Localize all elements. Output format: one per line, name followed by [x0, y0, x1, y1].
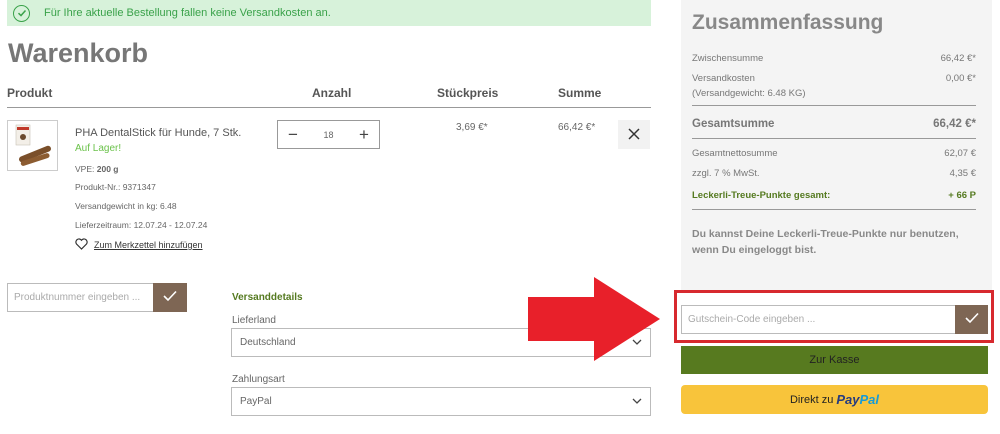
product-name[interactable]: PHA DentalStick für Hunde, 7 Stk. — [75, 127, 241, 139]
summary-divider — [692, 209, 976, 210]
product-image[interactable] — [7, 120, 58, 171]
line-total: 66,42 €* — [558, 122, 596, 133]
payment-select[interactable]: PayPal — [231, 387, 651, 416]
vpe-value: 200 g — [96, 164, 119, 174]
chevron-down-icon — [632, 396, 642, 407]
loyalty-points-row: Leckerli-Treue-Punkte gesamt: + 66 P — [692, 190, 976, 201]
header-quantity: Anzahl — [312, 86, 352, 100]
check-circle-icon — [13, 4, 30, 22]
subtotal-value: 66,42 €* — [940, 53, 976, 64]
page-title: Warenkorb — [8, 38, 149, 68]
total-row: Gesamtsumme 66,42 €* — [692, 118, 976, 130]
quantity-stepper[interactable]: − 18 + — [277, 120, 380, 149]
paypal-prefix: Direkt zu — [789, 393, 834, 406]
points-value: + 66 P — [948, 190, 976, 201]
summary-title: Zusammenfassung — [692, 11, 884, 34]
vpe-label: VPE: — [75, 164, 95, 174]
shipping-cost-label: Versandkosten — [692, 73, 755, 84]
product-number: Produkt-Nr.: 9371347 — [75, 182, 156, 192]
paypal-express-button[interactable]: Direkt zu PayPal — [681, 385, 988, 414]
remove-item-button[interactable] — [618, 120, 650, 149]
country-value: Deutschland — [240, 337, 296, 348]
summary-divider — [692, 105, 976, 106]
header-total: Summe — [558, 86, 602, 100]
total-label: Gesamtsumme — [692, 118, 775, 130]
notice-text: Für Ihre aktuelle Bestellung fallen kein… — [44, 7, 331, 19]
points-login-info: Du kannst Deine Leckerli-Treue-Punkte nu… — [692, 228, 959, 256]
total-value: 66,42 €* — [933, 118, 976, 130]
stock-status: Auf Lager! — [75, 143, 122, 154]
net-total-value: 62,07 € — [944, 148, 976, 159]
net-total-row: Gesamtnettosumme 62,07 € — [692, 148, 976, 159]
vat-label: zzgl. 7 % MwSt. — [692, 168, 760, 179]
heart-icon — [75, 238, 88, 252]
product-number-input[interactable] — [7, 283, 154, 312]
free-shipping-notice: Für Ihre aktuelle Bestellung fallen kein… — [7, 0, 651, 26]
product-vpe: VPE: 200 g — [75, 164, 119, 174]
header-product: Produkt — [7, 86, 53, 100]
paypal-logo: PayPal — [836, 392, 880, 407]
minus-icon[interactable]: − — [288, 126, 298, 143]
voucher-code-input[interactable] — [681, 305, 956, 334]
product-delivery-period: Lieferzeitraum: 12.07.24 - 12.07.24 — [75, 220, 208, 230]
points-label: Leckerli-Treue-Punkte gesamt: — [692, 190, 831, 201]
checkmark-icon — [163, 289, 177, 307]
cart-table-header: Produkt Anzahl Stückpreis Summe — [7, 84, 651, 108]
subtotal-label: Zwischensumme — [692, 53, 764, 64]
plus-icon[interactable]: + — [359, 126, 369, 143]
payment-label: Zahlungsart — [232, 374, 285, 385]
shipping-weight-label: (Versandgewicht: 6.48 KG) — [692, 88, 806, 99]
country-label: Lieferland — [232, 315, 276, 326]
net-total-label: Gesamtnettosumme — [692, 148, 778, 159]
unit-price: 3,69 €* — [456, 122, 488, 133]
subtotal-row: Zwischensumme 66,42 €* — [692, 53, 976, 64]
checkmark-icon — [964, 311, 979, 329]
shipping-weight-row: (Versandgewicht: 6.48 KG) — [692, 88, 976, 99]
add-product-number-button[interactable] — [153, 283, 187, 312]
shipping-cost-value: 0,00 €* — [945, 73, 976, 84]
close-icon — [628, 124, 640, 145]
add-to-wishlist-link[interactable]: Zum Merkzettel hinzufügen — [75, 238, 203, 252]
vat-value: 4,35 € — [949, 168, 976, 179]
quantity-value[interactable]: 18 — [323, 130, 333, 140]
product-shipping-weight: Versandgewicht in kg: 6.48 — [75, 201, 177, 211]
apply-voucher-button[interactable] — [955, 305, 988, 334]
vat-row: zzgl. 7 % MwSt. 4,35 € — [692, 168, 976, 179]
checkout-button[interactable]: Zur Kasse — [681, 346, 988, 374]
shipping-details-title: Versanddetails — [232, 292, 303, 303]
shipping-cost-row: Versandkosten 0,00 €* — [692, 73, 976, 84]
payment-value: PayPal — [240, 396, 272, 407]
header-unit-price: Stückpreis — [437, 86, 499, 100]
wishlist-label: Zum Merkzettel hinzufügen — [94, 240, 203, 250]
summary-divider — [692, 138, 976, 139]
red-arrow-icon — [528, 277, 663, 366]
